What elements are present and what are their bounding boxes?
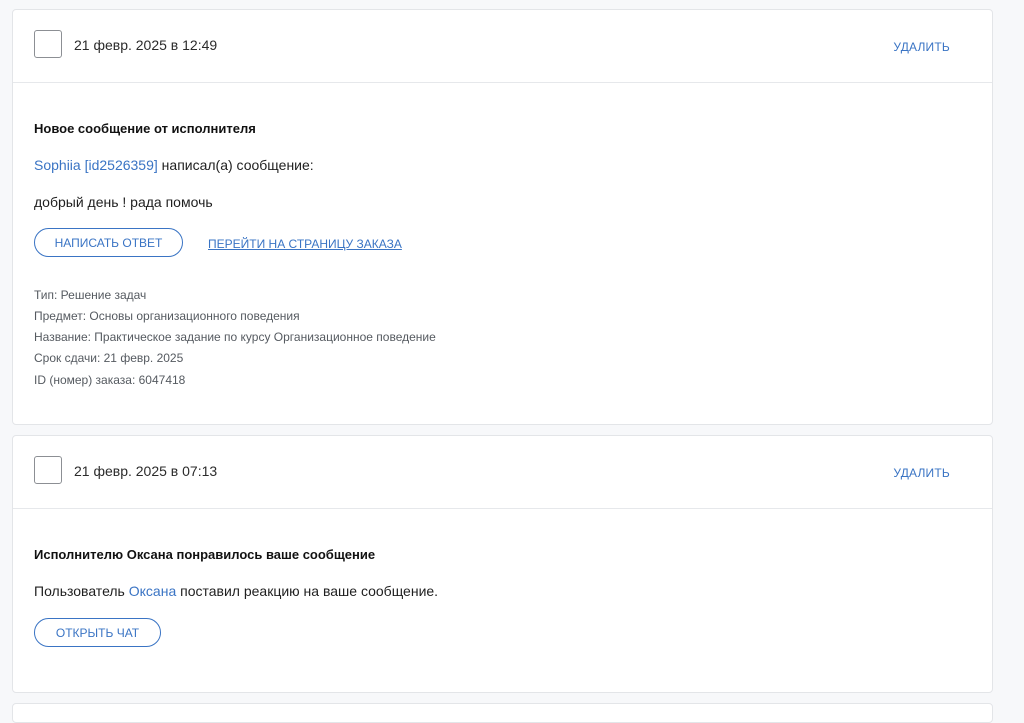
meta-subject: Предмет: Основы организационного поведен…: [34, 309, 300, 323]
notification-title: Новое сообщение от исполнителя: [34, 121, 256, 136]
reaction-suffix: поставил реакцию на ваше сообщение.: [176, 583, 439, 599]
message-text: добрый день ! рада помочь: [34, 194, 213, 210]
delete-button[interactable]: УДАЛИТЬ: [893, 466, 950, 480]
notification-header: 21 февр. 2025 в 12:49 УДАЛИТЬ: [13, 10, 992, 83]
meta-name: Название: Практическое задание по курсу …: [34, 330, 436, 344]
author-line: Sophiia [id2526359] написал(а) сообщение…: [34, 157, 314, 173]
open-chat-button[interactable]: ОТКРЫТЬ ЧАТ: [34, 618, 161, 647]
notification-date: 21 февр. 2025 в 12:49: [74, 37, 218, 53]
user-link[interactable]: Оксана: [129, 583, 176, 599]
meta-deadline: Срок сдачи: 21 февр. 2025: [34, 351, 184, 365]
meta-type: Тип: Решение задач: [34, 288, 147, 302]
meta-order-id: ID (номер) заказа: 6047418: [34, 373, 186, 387]
notification-title: Исполнителю Оксана понравилось ваше сооб…: [34, 547, 376, 562]
delete-button[interactable]: УДАЛИТЬ: [893, 40, 950, 54]
reaction-prefix: Пользователь: [34, 583, 129, 599]
notification-card: 21 февр. 2025 в 07:13 УДАЛИТЬ Исполнител…: [12, 435, 993, 693]
reaction-line: Пользователь Оксана поставил реакцию на …: [34, 583, 438, 599]
notification-card: [12, 703, 993, 723]
notification-header: 21 февр. 2025 в 07:13 УДАЛИТЬ: [13, 436, 992, 509]
select-checkbox[interactable]: [34, 30, 62, 58]
order-page-link[interactable]: ПЕРЕЙТИ НА СТРАНИЦУ ЗАКАЗА: [208, 237, 402, 251]
notification-date: 21 февр. 2025 в 07:13: [74, 463, 218, 479]
author-link[interactable]: Sophiia [id2526359]: [34, 157, 158, 173]
author-suffix: написал(а) сообщение:: [157, 157, 314, 173]
reply-button[interactable]: НАПИСАТЬ ОТВЕТ: [34, 228, 183, 257]
notification-card: 21 февр. 2025 в 12:49 УДАЛИТЬ Новое сооб…: [12, 9, 993, 425]
select-checkbox[interactable]: [34, 456, 62, 484]
